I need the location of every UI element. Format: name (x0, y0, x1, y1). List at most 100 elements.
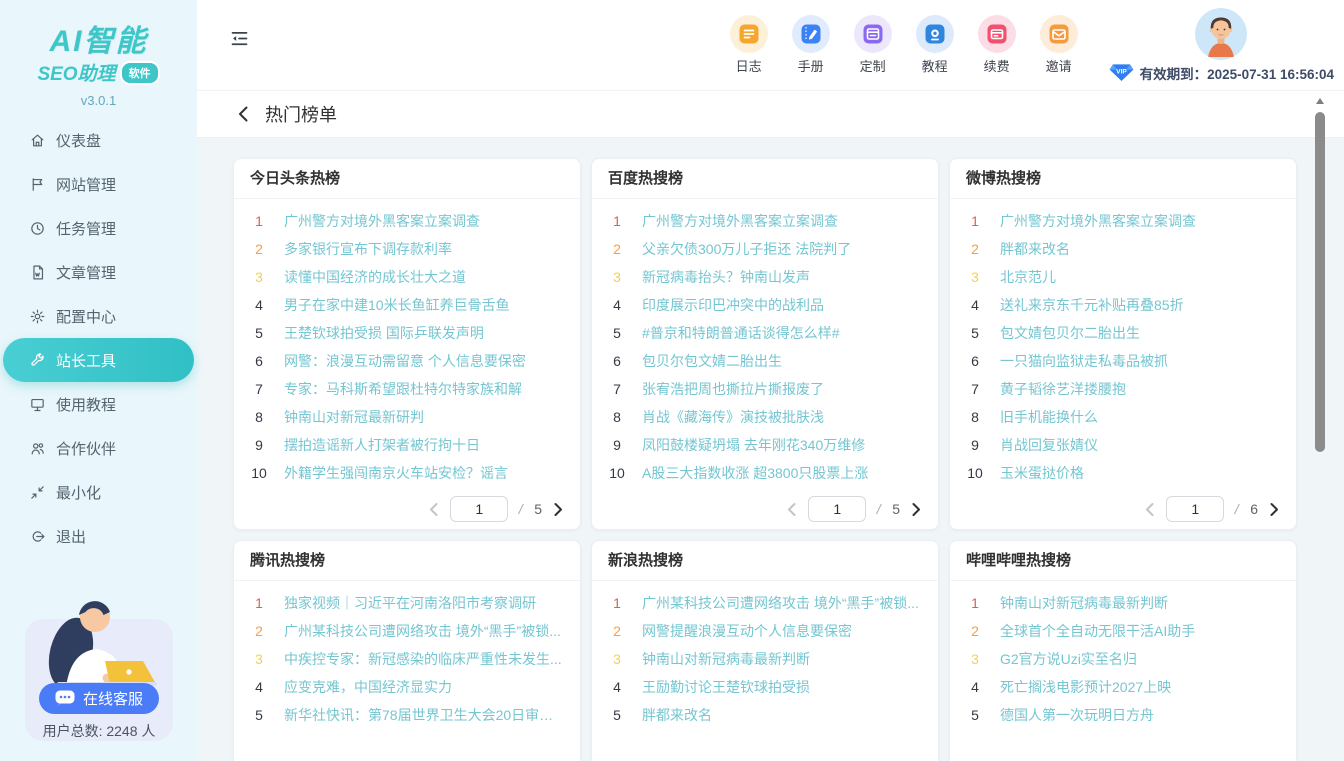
sidebar-item-config[interactable]: 配置中心 (0, 294, 197, 338)
hot-item-link[interactable]: 胖都来改名 (1000, 239, 1280, 259)
hot-item-link[interactable]: #普京和特朗普通话谈得怎么样# (642, 323, 922, 343)
header-action-invite[interactable]: 邀请 (1031, 15, 1087, 75)
hot-item-link[interactable]: 张宥浩把周也撕拉片撕报废了 (642, 379, 922, 399)
pager-separator: / (518, 501, 525, 517)
pager-prev-icon[interactable] (786, 502, 797, 517)
hot-item-link[interactable]: 外籍学生强闯南京火车站安检？谣言 (284, 463, 564, 483)
header-action-custom[interactable]: 定制 (845, 15, 901, 75)
hot-item-link[interactable]: 广州警方对境外黑客案立案调查 (642, 211, 922, 231)
hot-item-rank: 8 (602, 409, 632, 425)
hot-item: 1广州警方对境外黑客案立案调查 (960, 207, 1280, 235)
hot-item-link[interactable]: 一只猫向监狱走私毒品被抓 (1000, 351, 1280, 371)
renew-icon (978, 15, 1016, 53)
hot-item-link[interactable]: 王励勤讨论王楚钦球拍受损 (642, 677, 922, 697)
hot-item-link[interactable]: 包贝尔包文婧二胎出生 (642, 351, 922, 371)
hot-item-link[interactable]: 死亡搁浅电影预计2027上映 (1000, 677, 1280, 697)
hot-item-rank: 1 (602, 595, 632, 611)
pager-page-input[interactable] (450, 496, 508, 522)
pager-next-icon[interactable] (553, 502, 564, 517)
avatar[interactable] (1195, 8, 1247, 60)
online-support-button[interactable]: 在线客服 (39, 683, 159, 714)
hot-item-link[interactable]: 新华社快讯：第78届世界卫生大会20日审议... (284, 705, 564, 725)
vertical-scrollbar (1315, 90, 1325, 761)
hot-item-link[interactable]: 多家银行宣布下调存款利率 (284, 239, 564, 259)
pager-next-icon[interactable] (911, 502, 922, 517)
sidebar-item-articles[interactable]: 文章管理 (0, 250, 197, 294)
sidebar-item-minimize[interactable]: 最小化 (0, 470, 197, 514)
pager-prev-icon[interactable] (428, 502, 439, 517)
sidebar-item-tutorials[interactable]: 使用教程 (0, 382, 197, 426)
header-action-course[interactable]: 教程 (907, 15, 963, 75)
hot-item-link[interactable]: 肖战回复张婧仪 (1000, 435, 1280, 455)
hot-item-link[interactable]: 广州警方对境外黑客案立案调查 (1000, 211, 1280, 231)
header-action-label: 定制 (860, 56, 886, 75)
hot-item-link[interactable]: 玉米蛋挞价格 (1000, 463, 1280, 483)
hot-item-link[interactable]: 网警：浪漫互动需留意 个人信息要保密 (284, 351, 564, 371)
hot-item: 5 王楚钦球拍受损 国际乒联发声明 (244, 319, 564, 347)
hot-item-link[interactable]: 全球首个全自动无限干活AI助手 (1000, 621, 1280, 641)
pager-total: 6 (1250, 501, 1258, 517)
hot-item-link[interactable]: 专家：马科斯希望跟杜特尔特家族和解 (284, 379, 564, 399)
hot-item-link[interactable]: 网警提醒浪漫互动个人信息要保密 (642, 621, 922, 641)
hot-item-link[interactable]: 广州某科技公司遭网络攻击 境外“黑手”被锁... (284, 621, 564, 641)
scrollbar-thumb[interactable] (1315, 112, 1325, 452)
hot-item-link[interactable]: 男子在家中建10米长鱼缸养巨骨舌鱼 (284, 295, 564, 315)
hot-item-link[interactable]: A股三大指数收涨 超3800只股票上涨 (642, 463, 922, 483)
hot-item-link[interactable]: 应变克难，中国经济显实力 (284, 677, 564, 697)
header-action-renew[interactable]: 续费 (969, 15, 1025, 75)
header-action-manual[interactable]: 手册 (783, 15, 839, 75)
hot-item-link[interactable]: 胖都来改名 (642, 705, 922, 725)
hot-item-link[interactable]: 王楚钦球拍受损 国际乒联发声明 (284, 323, 564, 343)
sidebar-item-partners[interactable]: 合作伙伴 (0, 426, 197, 470)
doc-icon (28, 263, 46, 281)
sidebar-item-dashboard[interactable]: 仪表盘 (0, 118, 197, 162)
hot-item-link[interactable]: 旧手机能换什么 (1000, 407, 1280, 427)
pager-page-input[interactable] (808, 496, 866, 522)
hot-item: 10外籍学生强闯南京火车站安检？谣言 (244, 459, 564, 487)
hot-item-link[interactable]: 钟南山对新冠病毒最新判断 (1000, 593, 1280, 613)
header-action-log[interactable]: 日志 (721, 15, 777, 75)
hot-item-link[interactable]: 黄子韬徐艺洋搂腰抱 (1000, 379, 1280, 399)
sidebar-item-exit[interactable]: 退出 (0, 514, 197, 558)
hot-item-rank: 4 (244, 679, 274, 695)
hot-item-link[interactable]: 读懂中国经济的成长壮大之道 (284, 267, 564, 287)
pager-prev-icon[interactable] (1144, 502, 1155, 517)
hot-item-link[interactable]: 父亲欠债300万儿子拒还 法院判了 (642, 239, 922, 259)
hot-item-rank: 1 (960, 595, 990, 611)
hot-item-link[interactable]: 肖战《藏海传》演技被批肤浅 (642, 407, 922, 427)
hot-item-link[interactable]: 广州某科技公司遭网络攻击 境外“黑手”被锁... (642, 593, 922, 613)
pager: /5 (592, 487, 938, 522)
hot-item-link[interactable]: 凤阳鼓楼疑坍塌 去年刚花340万维修 (642, 435, 922, 455)
hot-item-link[interactable]: G2官方说Uzi实至名归 (1000, 649, 1280, 669)
hot-item-link[interactable]: 钟南山对新冠最新研判 (284, 407, 564, 427)
hot-item-link[interactable]: 包文婧包贝尔二胎出生 (1000, 323, 1280, 343)
support-panel: 在线客服 用户总数: 2248 人 (19, 557, 179, 745)
hot-item-link[interactable]: 北京范儿 (1000, 267, 1280, 287)
hot-item-link[interactable]: 新冠病毒抬头？钟南山发声 (642, 267, 922, 287)
hot-item-link[interactable]: 中疾控专家：新冠感染的临床严重性未发生... (284, 649, 564, 669)
hot-item-link[interactable]: 独家视频｜习近平在河南洛阳市考察调研 (284, 593, 564, 613)
app-window: AI智能 SEO助理 软件 v3.0.1 仪表盘网站管理任务管理文章管理配置中心… (0, 0, 1344, 761)
pager-page-input[interactable] (1166, 496, 1224, 522)
hot-item-link[interactable]: 德国人第一次玩明日方舟 (1000, 705, 1280, 725)
hot-item-rank: 6 (244, 353, 274, 369)
log-icon (730, 15, 768, 53)
hot-item-rank: 2 (244, 241, 274, 257)
hot-item: 7专家：马科斯希望跟杜特尔特家族和解 (244, 375, 564, 403)
scrollbar-up-arrow[interactable] (1316, 98, 1324, 104)
board-title: 微博热搜榜 (950, 159, 1296, 199)
hot-item-rank: 9 (602, 437, 632, 453)
sidebar-item-tasks[interactable]: 任务管理 (0, 206, 197, 250)
back-arrow-icon[interactable] (237, 105, 249, 123)
sidebar-item-sites[interactable]: 网站管理 (0, 162, 197, 206)
hot-item-link[interactable]: 摆拍造谣新人打架者被行拘十日 (284, 435, 564, 455)
collapse-sidebar-icon[interactable] (227, 26, 251, 50)
hot-item-link[interactable]: 送礼来京东千元补贴再叠85折 (1000, 295, 1280, 315)
hot-item-link[interactable]: 钟南山对新冠病毒最新判断 (642, 649, 922, 669)
hot-item-link[interactable]: 广州警方对境外黑客案立案调查 (284, 211, 564, 231)
hot-item-rank: 5 (244, 325, 274, 341)
hot-item-link[interactable]: 印度展示印巴冲突中的战利品 (642, 295, 922, 315)
pager-next-icon[interactable] (1269, 502, 1280, 517)
board-list: 1广州某科技公司遭网络攻击 境外“黑手”被锁...2网警提醒浪漫互动个人信息要保… (592, 581, 938, 729)
sidebar-item-webmaster-tools[interactable]: 站长工具 (3, 338, 194, 382)
